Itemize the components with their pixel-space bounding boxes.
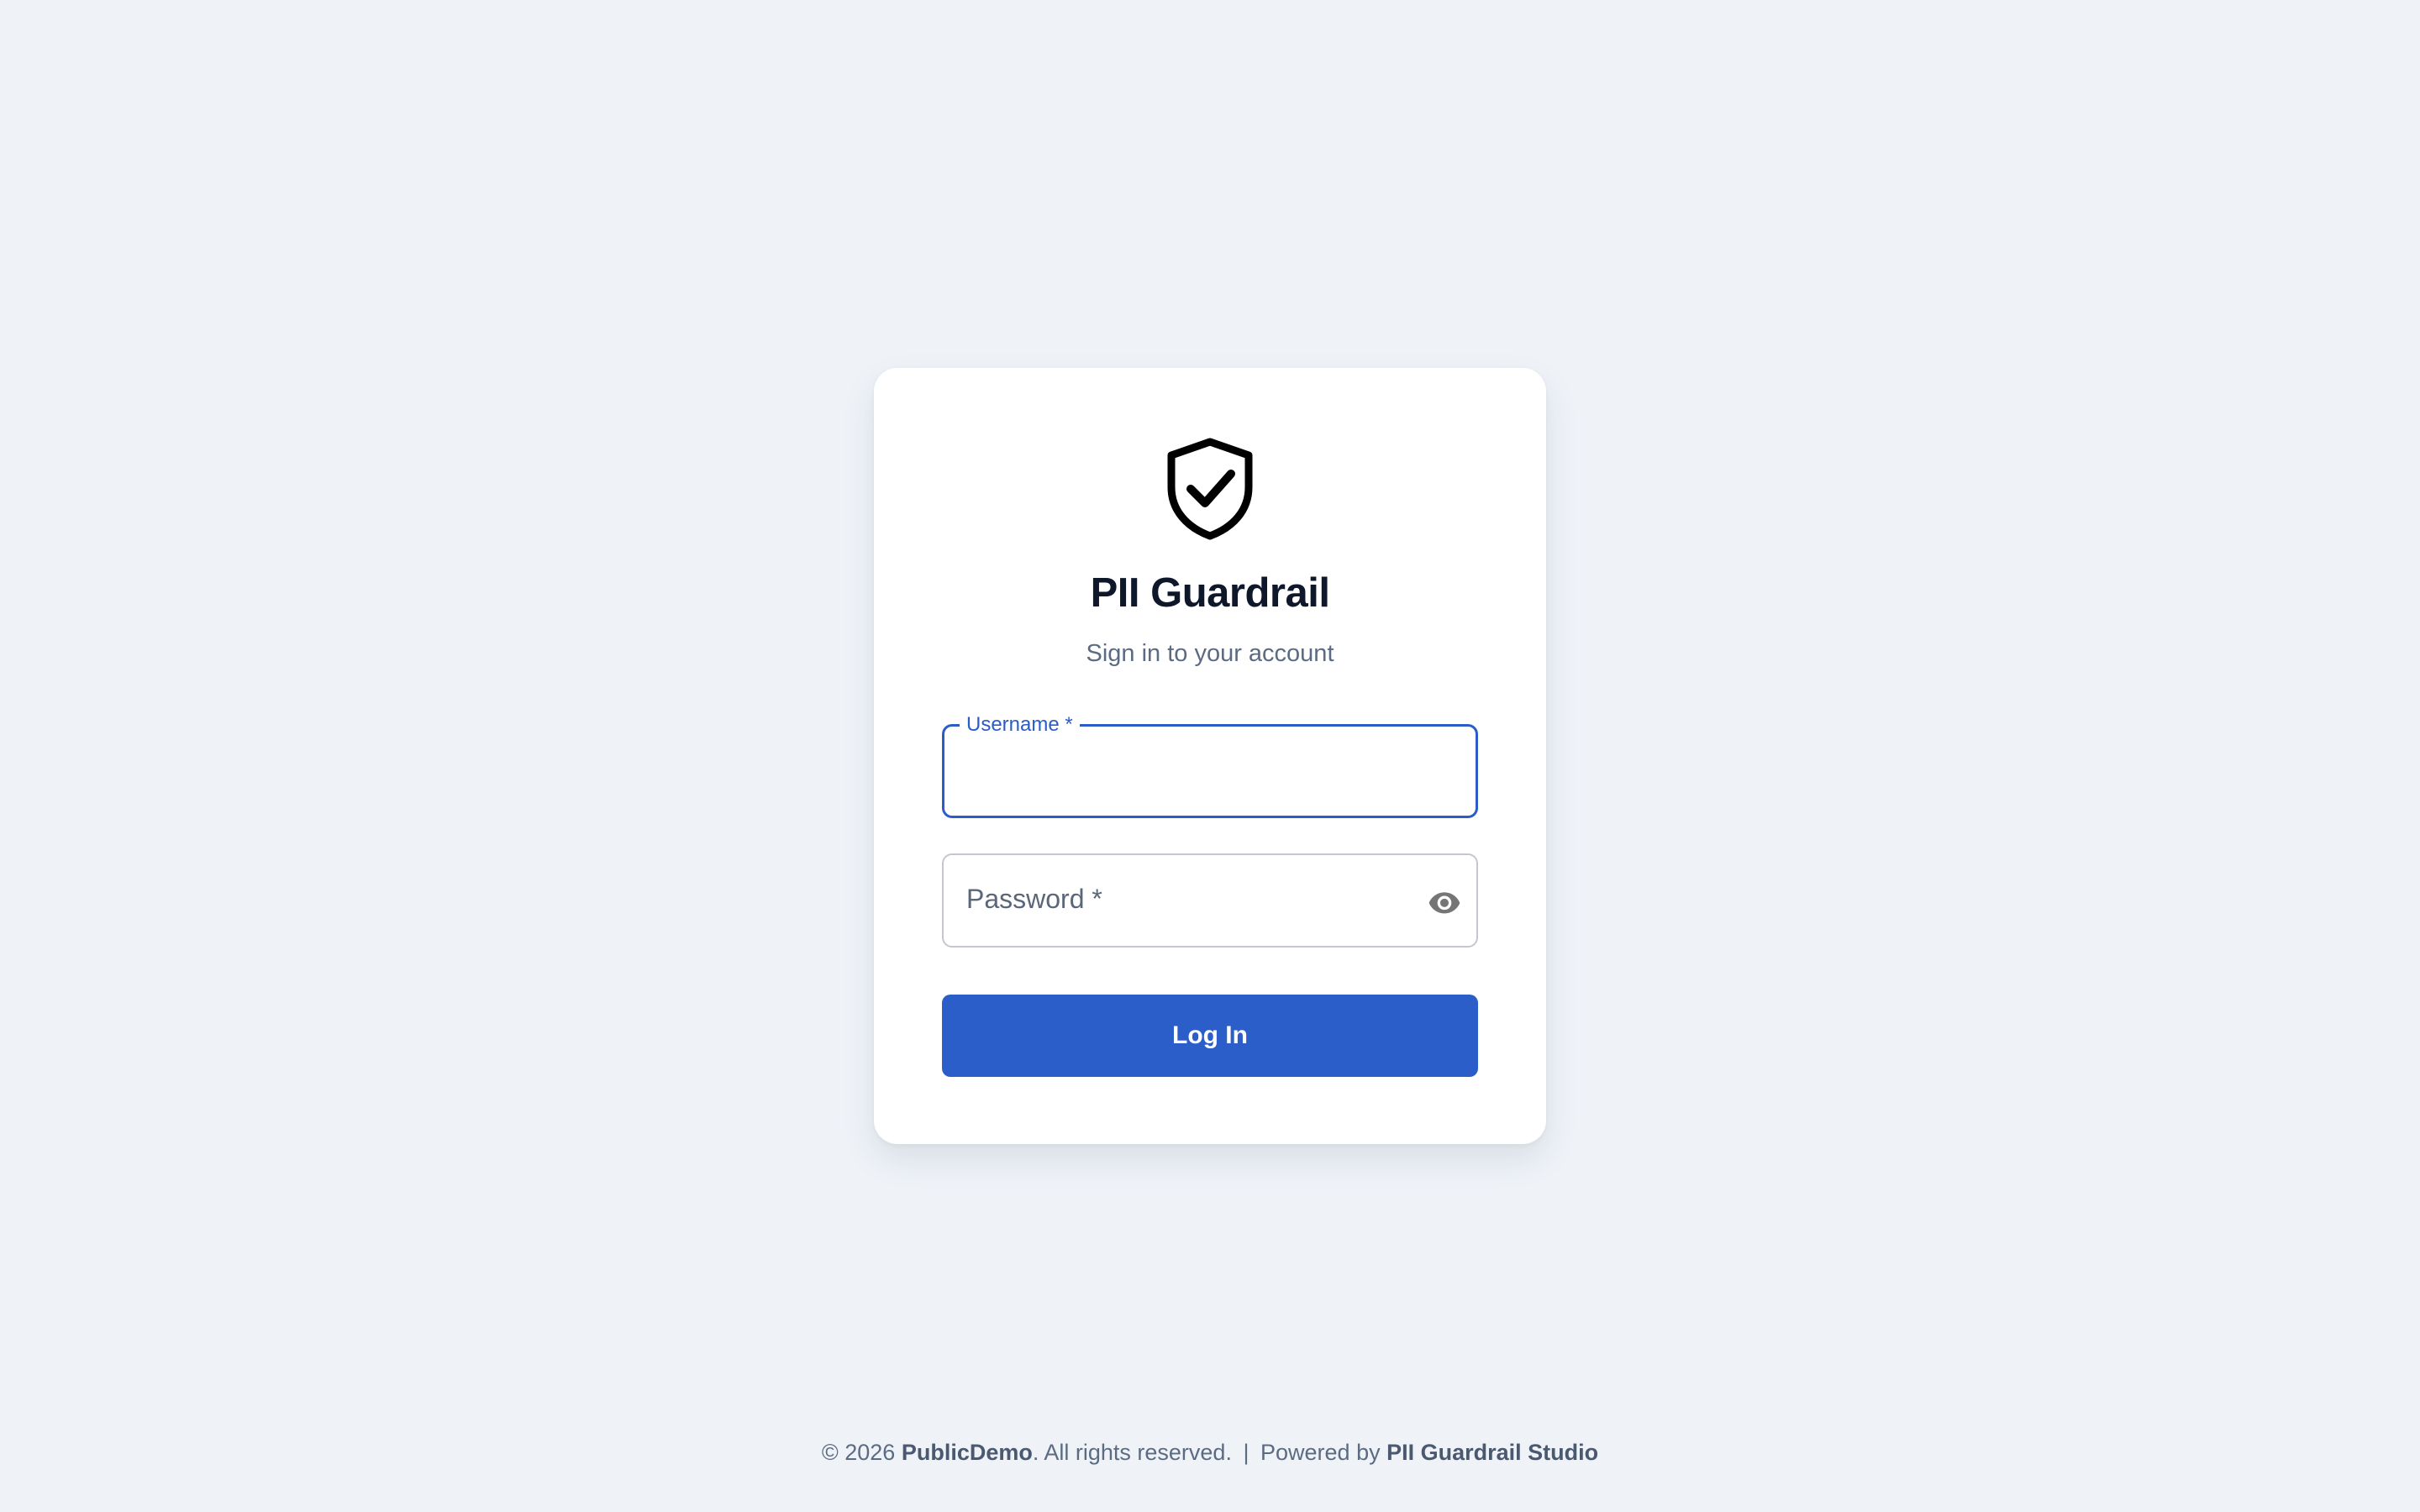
footer-powered-name: PII Guardrail Studio [1386, 1440, 1599, 1465]
username-input[interactable] [965, 752, 1455, 792]
footer: © 2026 PublicDemo. All rights reserved. … [0, 1440, 2420, 1466]
footer-copyright: © 2026 [821, 1440, 896, 1465]
footer-separator: | [1243, 1440, 1249, 1465]
sign-in-subtitle: Sign in to your account [1086, 640, 1334, 667]
eye-icon[interactable] [1428, 885, 1461, 919]
password-field[interactable]: Password * [942, 853, 1478, 948]
footer-powered-prefix: Powered by [1260, 1440, 1381, 1465]
username-field[interactable]: Username * [942, 712, 1478, 818]
footer-owner: PublicDemo [901, 1440, 1033, 1465]
password-input[interactable] [965, 880, 1423, 922]
login-page: PII Guardrail Sign in to your account Us… [0, 0, 2420, 1512]
shield-check-icon [1164, 437, 1256, 541]
username-label: Username * [960, 712, 1080, 738]
login-button[interactable]: Log In [942, 995, 1478, 1077]
app-title: PII Guardrail [1090, 570, 1330, 616]
footer-rights: . All rights reserved. [1032, 1440, 1232, 1465]
login-card: PII Guardrail Sign in to your account Us… [874, 368, 1546, 1144]
